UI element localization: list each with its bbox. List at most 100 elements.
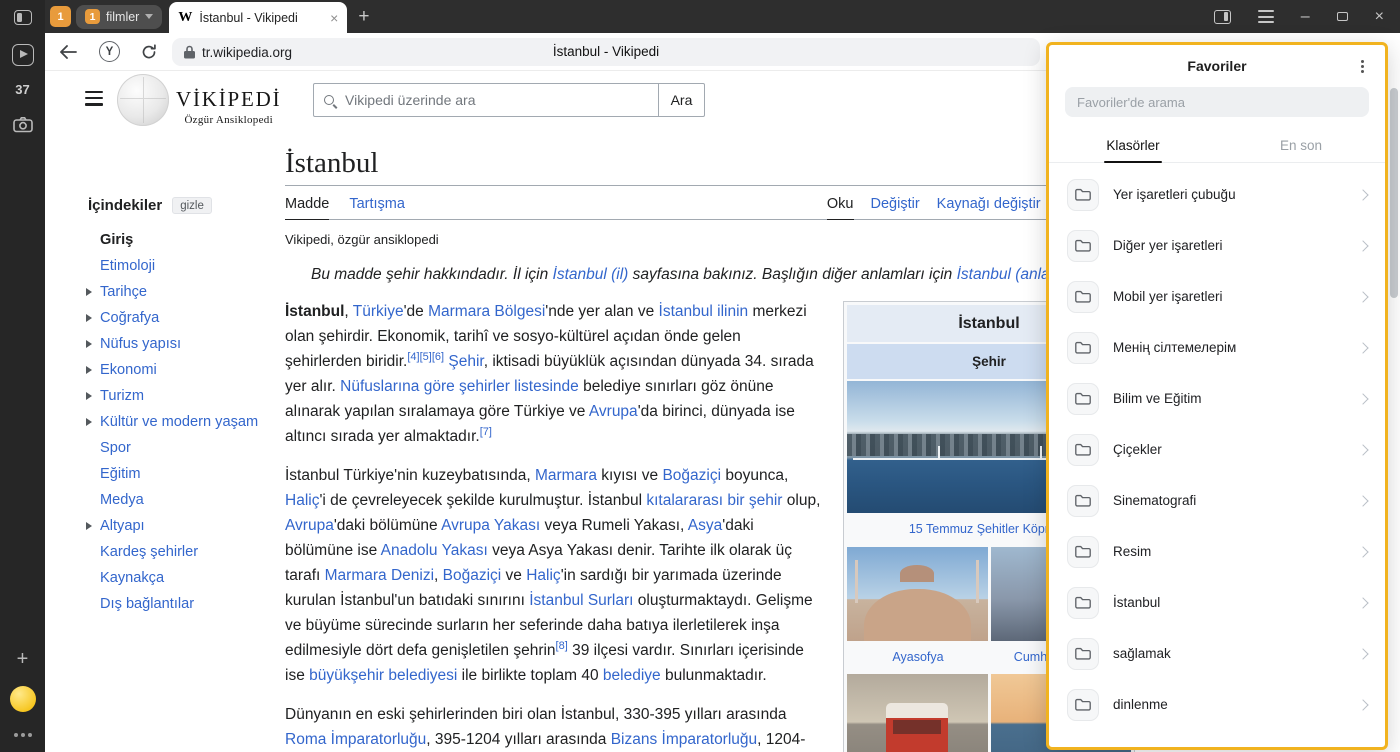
- toc-link[interactable]: Kültür ve modern yaşam: [100, 414, 258, 430]
- tab-tartisma[interactable]: Tartışma: [349, 196, 405, 212]
- folder-item[interactable]: Yer işaretleri çubuğu: [1059, 169, 1375, 220]
- toc-item[interactable]: Spor: [88, 435, 280, 461]
- toc-link[interactable]: Medya: [100, 492, 144, 508]
- tab-group-chip[interactable]: 1 filmler: [76, 5, 162, 29]
- refresh-button[interactable]: [141, 44, 157, 65]
- tab-recent[interactable]: En son: [1217, 129, 1385, 162]
- article-link[interactable]: Türkiye: [353, 303, 404, 320]
- video-service-icon[interactable]: [12, 44, 34, 66]
- article-link[interactable]: Asya: [688, 517, 722, 534]
- folder-item[interactable]: sağlamak: [1059, 628, 1375, 679]
- reference-link[interactable]: [4]: [407, 351, 419, 363]
- folder-item[interactable]: Resim: [1059, 526, 1375, 577]
- notifications-badge[interactable]: 37: [15, 82, 29, 97]
- article-link[interactable]: İstanbul (il): [553, 266, 629, 283]
- toc-link[interactable]: Etimoloji: [100, 258, 155, 274]
- wikipedia-wordmark[interactable]: VİKİPEDİ Özgür Ansiklopedi: [176, 87, 281, 126]
- more-options-icon[interactable]: [21, 733, 25, 737]
- article-link[interactable]: Haliç: [526, 567, 560, 584]
- add-panel-button[interactable]: +: [17, 648, 29, 671]
- folder-item[interactable]: Mobil yer işaretleri: [1059, 271, 1375, 322]
- wiki-search-button[interactable]: Ara: [659, 83, 705, 117]
- reference-link[interactable]: [5]: [420, 351, 432, 363]
- tram-photo[interactable]: [847, 674, 988, 752]
- favorites-search-input[interactable]: [1065, 87, 1369, 117]
- toc-link[interactable]: Giriş: [100, 232, 133, 248]
- camera-icon[interactable]: [13, 116, 33, 133]
- article-link[interactable]: Boğaziçi: [443, 567, 502, 584]
- toc-item[interactable]: Kaynakça: [88, 565, 280, 591]
- article-link[interactable]: Marmara Denizi: [325, 567, 434, 584]
- article-link[interactable]: Nüfuslarına göre şehirler listesinde: [340, 378, 579, 395]
- reference-link[interactable]: [6]: [432, 351, 444, 363]
- expand-arrow-icon[interactable]: [86, 288, 92, 296]
- article-link[interactable]: Roma İmparatorluğu: [285, 731, 426, 748]
- folder-item[interactable]: Sinematografi: [1059, 475, 1375, 526]
- toc-link[interactable]: Ekonomi: [100, 362, 157, 378]
- tab-folders[interactable]: Klasörler: [1049, 129, 1217, 162]
- toc-item[interactable]: Turizm: [88, 383, 280, 409]
- article-link[interactable]: Anadolu Yakası: [381, 542, 488, 559]
- toc-item[interactable]: Etimoloji: [88, 253, 280, 279]
- toc-link[interactable]: Altyapı: [100, 518, 145, 534]
- article-link[interactable]: kıtalararası bir şehir: [646, 492, 782, 509]
- tab-group-tile[interactable]: 1: [50, 6, 71, 27]
- view-tab[interactable]: Değiştir: [871, 196, 920, 212]
- article-link[interactable]: İstanbul Surları: [529, 592, 633, 609]
- wiki-search-box[interactable]: [313, 83, 659, 117]
- folder-item[interactable]: Bilim ve Eğitim: [1059, 373, 1375, 424]
- article-link[interactable]: belediye: [603, 667, 661, 684]
- expand-arrow-icon[interactable]: [86, 392, 92, 400]
- toc-link[interactable]: Spor: [100, 440, 131, 456]
- sidebar-toggle-icon[interactable]: [14, 10, 32, 25]
- side-panel-icon[interactable]: [1214, 10, 1231, 24]
- toc-item[interactable]: Kardeş şehirler: [88, 539, 280, 565]
- toc-item[interactable]: Eğitim: [88, 461, 280, 487]
- article-link[interactable]: Bizans İmparatorluğu: [611, 731, 757, 748]
- toc-link[interactable]: Eğitim: [100, 466, 141, 482]
- article-link[interactable]: Avrupa: [589, 403, 638, 420]
- toc-link[interactable]: Dış bağlantılar: [100, 596, 194, 612]
- toc-item[interactable]: Ekonomi: [88, 357, 280, 383]
- folder-item[interactable]: Çiçekler: [1059, 424, 1375, 475]
- toc-item[interactable]: Altyapı: [88, 513, 280, 539]
- yandex-icon[interactable]: Y: [99, 41, 120, 62]
- article-link[interactable]: Haliç: [285, 492, 319, 509]
- reference-link[interactable]: [7]: [480, 426, 492, 438]
- toc-item[interactable]: Giriş: [88, 227, 280, 253]
- close-tab-icon[interactable]: ×: [330, 10, 338, 26]
- toc-item[interactable]: Nüfus yapısı: [88, 331, 280, 357]
- folder-item[interactable]: dinlenme: [1059, 679, 1375, 730]
- article-link[interactable]: Avrupa: [285, 517, 334, 534]
- toc-item[interactable]: Kültür ve modern yaşam: [88, 409, 280, 435]
- alice-assistant-icon[interactable]: [10, 686, 36, 712]
- address-bar[interactable]: İstanbul - Vikipedi tr.wikipedia.org: [172, 38, 1040, 66]
- view-tab[interactable]: Kaynağı değiştir: [937, 196, 1041, 212]
- article-link[interactable]: büyükşehir belediyesi: [309, 667, 457, 684]
- article-link[interactable]: Avrupa Yakası: [441, 517, 540, 534]
- infobox-caption-ayasofya[interactable]: Ayasofya: [847, 643, 989, 672]
- toc-link[interactable]: Coğrafya: [100, 310, 159, 326]
- tab-madde[interactable]: Madde: [285, 196, 329, 212]
- toc-item[interactable]: Medya: [88, 487, 280, 513]
- wiki-menu-icon[interactable]: [85, 91, 103, 106]
- tab-istanbul-vikipedi[interactable]: W İstanbul - Vikipedi ×: [169, 2, 347, 33]
- wiki-search-input[interactable]: [343, 91, 648, 109]
- view-tab[interactable]: Oku: [827, 196, 854, 212]
- toc-item[interactable]: Dış bağlantılar: [88, 591, 280, 617]
- back-button[interactable]: [59, 45, 77, 64]
- folder-item[interactable]: Diğer yer işaretleri: [1059, 220, 1375, 271]
- toc-item[interactable]: Tarihçe: [88, 279, 280, 305]
- new-tab-button[interactable]: +: [358, 6, 369, 28]
- toc-item[interactable]: Coğrafya: [88, 305, 280, 331]
- article-link[interactable]: Boğaziçi: [662, 467, 721, 484]
- article-link[interactable]: Şehir: [448, 353, 483, 370]
- close-window-button[interactable]: ×: [1375, 8, 1384, 26]
- folder-item[interactable]: İstanbul: [1059, 577, 1375, 628]
- toc-hide-button[interactable]: gizle: [172, 197, 212, 214]
- reference-link[interactable]: [8]: [556, 640, 568, 652]
- scrollbar-thumb[interactable]: [1390, 88, 1398, 298]
- minimize-button[interactable]: –: [1301, 12, 1310, 22]
- wikipedia-logo[interactable]: [117, 74, 169, 126]
- toc-link[interactable]: Nüfus yapısı: [100, 336, 181, 352]
